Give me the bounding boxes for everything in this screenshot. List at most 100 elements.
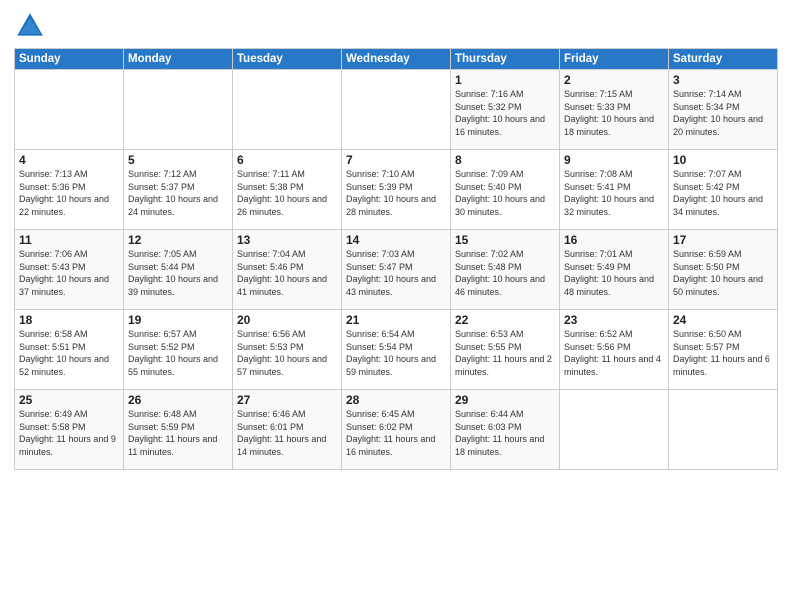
day-number: 5 — [128, 153, 228, 167]
day-info: Sunrise: 7:09 AM Sunset: 5:40 PM Dayligh… — [455, 168, 555, 218]
day-info: Sunrise: 7:14 AM Sunset: 5:34 PM Dayligh… — [673, 88, 773, 138]
calendar-week-row: 11Sunrise: 7:06 AM Sunset: 5:43 PM Dayli… — [15, 230, 778, 310]
calendar-cell — [669, 390, 778, 470]
day-info: Sunrise: 6:56 AM Sunset: 5:53 PM Dayligh… — [237, 328, 337, 378]
day-info: Sunrise: 7:06 AM Sunset: 5:43 PM Dayligh… — [19, 248, 119, 298]
calendar-cell: 9Sunrise: 7:08 AM Sunset: 5:41 PM Daylig… — [560, 150, 669, 230]
day-info: Sunrise: 6:59 AM Sunset: 5:50 PM Dayligh… — [673, 248, 773, 298]
day-number: 25 — [19, 393, 119, 407]
day-number: 17 — [673, 233, 773, 247]
calendar-cell — [124, 70, 233, 150]
calendar-cell — [233, 70, 342, 150]
day-info: Sunrise: 6:54 AM Sunset: 5:54 PM Dayligh… — [346, 328, 446, 378]
calendar-cell: 17Sunrise: 6:59 AM Sunset: 5:50 PM Dayli… — [669, 230, 778, 310]
calendar-cell: 27Sunrise: 6:46 AM Sunset: 6:01 PM Dayli… — [233, 390, 342, 470]
calendar-cell: 29Sunrise: 6:44 AM Sunset: 6:03 PM Dayli… — [451, 390, 560, 470]
calendar-cell: 11Sunrise: 7:06 AM Sunset: 5:43 PM Dayli… — [15, 230, 124, 310]
day-info: Sunrise: 7:15 AM Sunset: 5:33 PM Dayligh… — [564, 88, 664, 138]
day-number: 24 — [673, 313, 773, 327]
day-number: 18 — [19, 313, 119, 327]
day-number: 10 — [673, 153, 773, 167]
day-number: 2 — [564, 73, 664, 87]
day-info: Sunrise: 6:50 AM Sunset: 5:57 PM Dayligh… — [673, 328, 773, 378]
calendar-table: SundayMondayTuesdayWednesdayThursdayFrid… — [14, 48, 778, 470]
day-info: Sunrise: 7:04 AM Sunset: 5:46 PM Dayligh… — [237, 248, 337, 298]
day-info: Sunrise: 7:07 AM Sunset: 5:42 PM Dayligh… — [673, 168, 773, 218]
day-number: 20 — [237, 313, 337, 327]
day-info: Sunrise: 6:48 AM Sunset: 5:59 PM Dayligh… — [128, 408, 228, 458]
weekday-header: Tuesday — [233, 49, 342, 70]
calendar-cell: 8Sunrise: 7:09 AM Sunset: 5:40 PM Daylig… — [451, 150, 560, 230]
calendar-cell — [342, 70, 451, 150]
day-number: 9 — [564, 153, 664, 167]
page-container: SundayMondayTuesdayWednesdayThursdayFrid… — [0, 0, 792, 478]
day-info: Sunrise: 6:57 AM Sunset: 5:52 PM Dayligh… — [128, 328, 228, 378]
calendar-cell: 18Sunrise: 6:58 AM Sunset: 5:51 PM Dayli… — [15, 310, 124, 390]
day-number: 14 — [346, 233, 446, 247]
weekday-header: Wednesday — [342, 49, 451, 70]
calendar-cell: 10Sunrise: 7:07 AM Sunset: 5:42 PM Dayli… — [669, 150, 778, 230]
calendar-cell: 20Sunrise: 6:56 AM Sunset: 5:53 PM Dayli… — [233, 310, 342, 390]
day-info: Sunrise: 7:03 AM Sunset: 5:47 PM Dayligh… — [346, 248, 446, 298]
day-info: Sunrise: 6:53 AM Sunset: 5:55 PM Dayligh… — [455, 328, 555, 378]
day-info: Sunrise: 7:08 AM Sunset: 5:41 PM Dayligh… — [564, 168, 664, 218]
calendar-week-row: 1Sunrise: 7:16 AM Sunset: 5:32 PM Daylig… — [15, 70, 778, 150]
calendar-cell: 25Sunrise: 6:49 AM Sunset: 5:58 PM Dayli… — [15, 390, 124, 470]
calendar-cell: 22Sunrise: 6:53 AM Sunset: 5:55 PM Dayli… — [451, 310, 560, 390]
day-info: Sunrise: 7:16 AM Sunset: 5:32 PM Dayligh… — [455, 88, 555, 138]
calendar-cell: 4Sunrise: 7:13 AM Sunset: 5:36 PM Daylig… — [15, 150, 124, 230]
day-number: 4 — [19, 153, 119, 167]
day-info: Sunrise: 7:10 AM Sunset: 5:39 PM Dayligh… — [346, 168, 446, 218]
weekday-header: Thursday — [451, 49, 560, 70]
calendar-cell — [15, 70, 124, 150]
day-info: Sunrise: 7:13 AM Sunset: 5:36 PM Dayligh… — [19, 168, 119, 218]
calendar-week-row: 25Sunrise: 6:49 AM Sunset: 5:58 PM Dayli… — [15, 390, 778, 470]
day-number: 27 — [237, 393, 337, 407]
day-info: Sunrise: 6:45 AM Sunset: 6:02 PM Dayligh… — [346, 408, 446, 458]
logo — [14, 10, 50, 42]
calendar-cell: 19Sunrise: 6:57 AM Sunset: 5:52 PM Dayli… — [124, 310, 233, 390]
weekday-header-row: SundayMondayTuesdayWednesdayThursdayFrid… — [15, 49, 778, 70]
day-info: Sunrise: 7:01 AM Sunset: 5:49 PM Dayligh… — [564, 248, 664, 298]
day-info: Sunrise: 6:49 AM Sunset: 5:58 PM Dayligh… — [19, 408, 119, 458]
day-number: 11 — [19, 233, 119, 247]
calendar-cell: 7Sunrise: 7:10 AM Sunset: 5:39 PM Daylig… — [342, 150, 451, 230]
day-number: 12 — [128, 233, 228, 247]
weekday-header: Friday — [560, 49, 669, 70]
day-info: Sunrise: 6:46 AM Sunset: 6:01 PM Dayligh… — [237, 408, 337, 458]
calendar-cell: 2Sunrise: 7:15 AM Sunset: 5:33 PM Daylig… — [560, 70, 669, 150]
day-info: Sunrise: 7:05 AM Sunset: 5:44 PM Dayligh… — [128, 248, 228, 298]
calendar-cell: 28Sunrise: 6:45 AM Sunset: 6:02 PM Dayli… — [342, 390, 451, 470]
day-info: Sunrise: 7:12 AM Sunset: 5:37 PM Dayligh… — [128, 168, 228, 218]
calendar-cell: 14Sunrise: 7:03 AM Sunset: 5:47 PM Dayli… — [342, 230, 451, 310]
calendar-cell: 16Sunrise: 7:01 AM Sunset: 5:49 PM Dayli… — [560, 230, 669, 310]
calendar-cell: 24Sunrise: 6:50 AM Sunset: 5:57 PM Dayli… — [669, 310, 778, 390]
calendar-cell: 15Sunrise: 7:02 AM Sunset: 5:48 PM Dayli… — [451, 230, 560, 310]
day-info: Sunrise: 7:11 AM Sunset: 5:38 PM Dayligh… — [237, 168, 337, 218]
day-info: Sunrise: 6:44 AM Sunset: 6:03 PM Dayligh… — [455, 408, 555, 458]
day-number: 16 — [564, 233, 664, 247]
day-number: 13 — [237, 233, 337, 247]
header — [14, 10, 778, 42]
calendar-cell: 3Sunrise: 7:14 AM Sunset: 5:34 PM Daylig… — [669, 70, 778, 150]
calendar-cell: 5Sunrise: 7:12 AM Sunset: 5:37 PM Daylig… — [124, 150, 233, 230]
calendar-cell: 12Sunrise: 7:05 AM Sunset: 5:44 PM Dayli… — [124, 230, 233, 310]
day-number: 21 — [346, 313, 446, 327]
day-number: 19 — [128, 313, 228, 327]
weekday-header: Monday — [124, 49, 233, 70]
calendar-cell: 21Sunrise: 6:54 AM Sunset: 5:54 PM Dayli… — [342, 310, 451, 390]
calendar-week-row: 18Sunrise: 6:58 AM Sunset: 5:51 PM Dayli… — [15, 310, 778, 390]
calendar-cell: 6Sunrise: 7:11 AM Sunset: 5:38 PM Daylig… — [233, 150, 342, 230]
day-number: 26 — [128, 393, 228, 407]
day-number: 15 — [455, 233, 555, 247]
day-number: 28 — [346, 393, 446, 407]
day-info: Sunrise: 7:02 AM Sunset: 5:48 PM Dayligh… — [455, 248, 555, 298]
day-number: 3 — [673, 73, 773, 87]
day-number: 1 — [455, 73, 555, 87]
day-number: 22 — [455, 313, 555, 327]
day-number: 6 — [237, 153, 337, 167]
day-number: 29 — [455, 393, 555, 407]
calendar-week-row: 4Sunrise: 7:13 AM Sunset: 5:36 PM Daylig… — [15, 150, 778, 230]
calendar-cell: 13Sunrise: 7:04 AM Sunset: 5:46 PM Dayli… — [233, 230, 342, 310]
calendar-cell: 23Sunrise: 6:52 AM Sunset: 5:56 PM Dayli… — [560, 310, 669, 390]
